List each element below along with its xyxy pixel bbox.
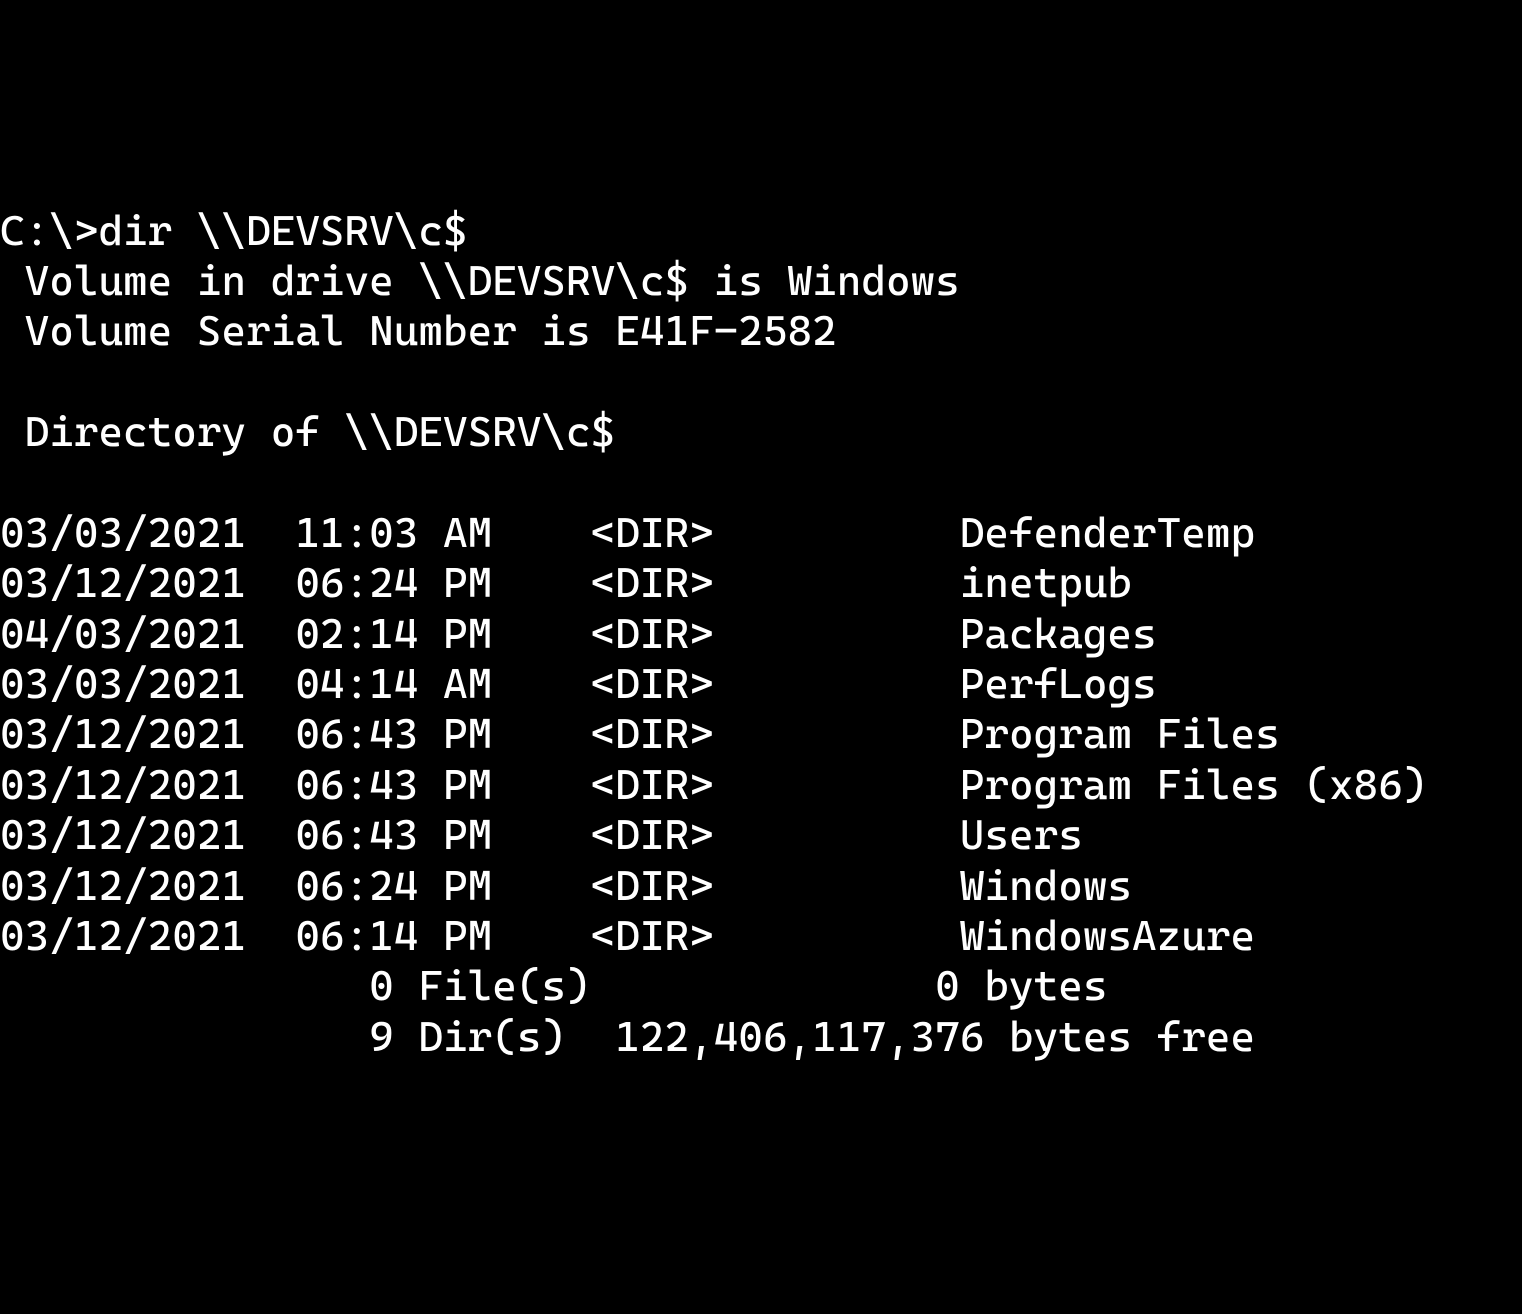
prompt: C:\> xyxy=(0,206,98,255)
volume-line: Volume in drive \\DEVSRV\c$ is Windows xyxy=(0,256,960,305)
summary-dirs-line: 9 Dir(s) 122,406,117,376 bytes free xyxy=(0,1012,1255,1061)
summary-files-line: 0 File(s) 0 bytes xyxy=(0,961,1107,1010)
command-line: C:\>dir \\DEVSRV\c$ xyxy=(0,206,468,255)
command-text: dir \\DEVSRV\c$ xyxy=(98,206,467,255)
directory-of-line: Directory of \\DEVSRV\c$ xyxy=(0,407,615,456)
terminal-output[interactable]: C:\>dir \\DEVSRV\c$ Volume in drive \\DE… xyxy=(0,206,1522,1063)
serial-line: Volume Serial Number is E41F-2582 xyxy=(0,306,837,355)
directory-listing: 03/03/2021 11:03 AM <DIR> DefenderTemp 0… xyxy=(0,508,1522,962)
